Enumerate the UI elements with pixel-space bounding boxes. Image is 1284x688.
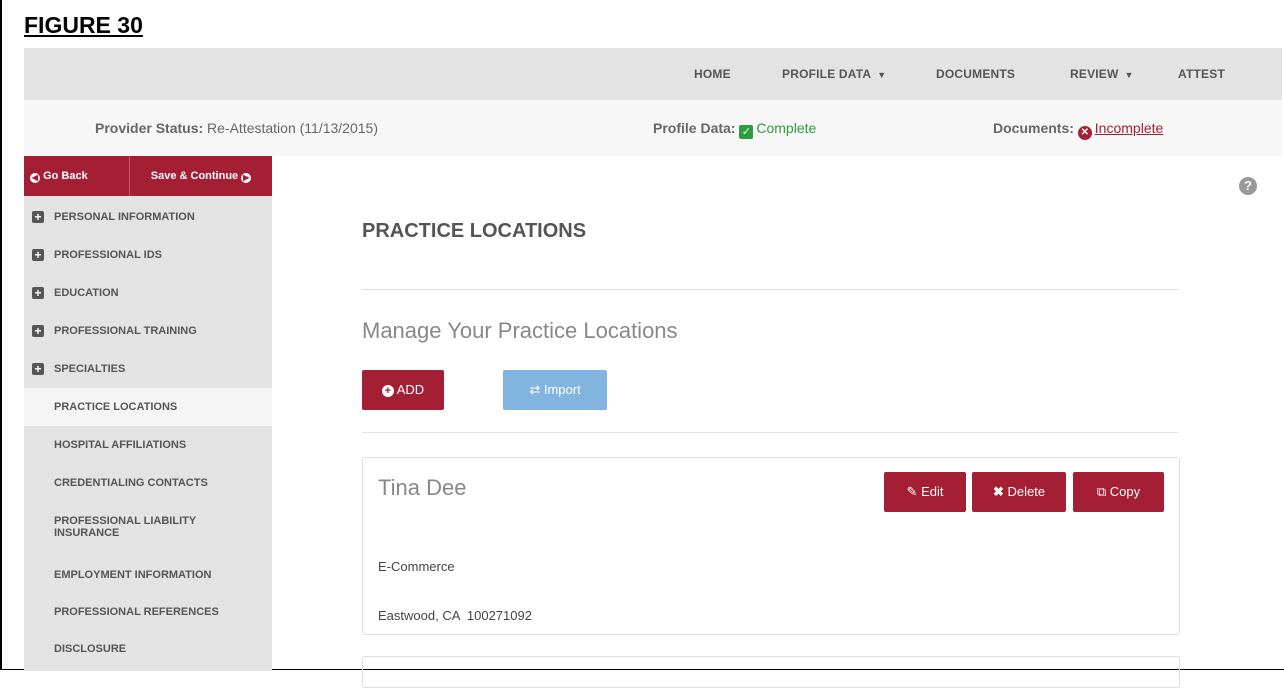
close-icon: ✖ (992, 484, 1004, 499)
provider-status-value: Re-Attestation (11/13/2015) (207, 120, 378, 136)
sidebar-item-label: SPECIALTIES (54, 363, 126, 375)
save-continue-button[interactable]: Save & Continue ▶ (130, 156, 272, 196)
sidebar-item-disclosure[interactable]: DISCLOSURE (24, 630, 272, 668)
sidebar-item-label: PROFESSIONAL LIABILITY INSURANCE (54, 515, 196, 539)
plus-circle-icon: + (381, 385, 394, 397)
sidebar-item-professional-liability-insurance[interactable]: PROFESSIONAL LIABILITY INSURANCE (24, 508, 234, 546)
sidebar-item-label: PRACTICE LOCATIONS (54, 401, 178, 413)
delete-button[interactable]: ✖ Delete (972, 472, 1066, 512)
documents-status-label: Documents: (993, 120, 1074, 136)
sidebar-item-label: PERSONAL INFORMATION (54, 211, 195, 223)
times-circle-icon: ✕ (1077, 126, 1092, 140)
nav-documents[interactable]: DOCUMENTS (936, 48, 1015, 100)
provider-status-label: Provider Status: (95, 120, 204, 136)
plus-square-icon: + (32, 363, 44, 375)
page-title: PRACTICE LOCATIONS (362, 220, 587, 242)
nav-profile-data-label: PROFILE DATA (782, 67, 872, 81)
sidebar-item-professional-training[interactable]: + PROFESSIONAL TRAINING (24, 312, 272, 350)
figure-title: FIGURE 30 (24, 12, 143, 38)
plus-square-icon: + (32, 249, 44, 261)
sidebar-item-hospital-affiliations[interactable]: HOSPITAL AFFILIATIONS (24, 426, 272, 464)
section-subtitle: Manage Your Practice Locations (362, 318, 678, 343)
location-address: Eastwood, CA 100271092 (378, 608, 532, 623)
sidebar-item-label: HOSPITAL AFFILIATIONS (54, 439, 187, 451)
nav-attest-label: ATTEST (1178, 67, 1225, 81)
plus-square-icon: + (32, 325, 44, 337)
top-nav: HOME PROFILE DATA ▼ DOCUMENTS REVIEW ▼ ATT… (24, 48, 1282, 100)
nav-review-label: REVIEW (1070, 67, 1119, 81)
profile-data-value: Complete (756, 120, 817, 136)
nav-attest[interactable]: ATTEST (1178, 48, 1225, 100)
copy-icon: ⧉ (1096, 484, 1107, 499)
location-card (362, 656, 1180, 688)
nav-documents-label: DOCUMENTS (936, 67, 1016, 81)
location-card: Tina Dee ✎ Edit ✖ Delete ⧉ Copy E-Commer… (362, 457, 1180, 635)
caret-down-icon: ▼ (1124, 70, 1134, 80)
sidebar-item-credentialing-contacts[interactable]: CREDENTIALING CONTACTS (24, 464, 272, 502)
sidebar-item-specialties[interactable]: + SPECIALTIES (24, 350, 272, 388)
location-name: Tina Dee (378, 475, 467, 500)
import-button-label: Import (543, 382, 581, 397)
provider-status: Provider Status: Re-Attestation (11/13/2… (95, 100, 378, 156)
edit-button-label: Edit (921, 484, 944, 499)
sidebar-item-label: EDUCATION (54, 287, 119, 299)
check-square-icon: ✓ (739, 125, 754, 139)
sidebar: ◀ Go Back Save & Continue ▶ + PERSONAL IN… (24, 156, 272, 671)
sidebar-item-label: PROFESSIONAL IDS (54, 249, 162, 261)
sidebar-item-label: DISCLOSURE (54, 643, 127, 655)
nav-review[interactable]: REVIEW ▼ (1070, 48, 1134, 100)
save-continue-label: Save & Continue (150, 170, 239, 182)
edit-icon: ✎ (906, 484, 918, 499)
divider (362, 289, 1179, 290)
sidebar-item-employment-information[interactable]: EMPLOYMENT INFORMATION (24, 556, 272, 594)
sidebar-item-label: CREDENTIALING CONTACTS (54, 477, 208, 489)
sidebar-item-personal-information[interactable]: + PERSONAL INFORMATION (24, 198, 272, 236)
import-button[interactable]: ⇄ Import (503, 370, 607, 410)
location-organization: E-Commerce (378, 559, 455, 574)
copy-button-label: Copy (1109, 484, 1141, 499)
copy-button[interactable]: ⧉ Copy (1073, 472, 1164, 512)
edit-button[interactable]: ✎ Edit (884, 472, 966, 512)
plus-square-icon: + (32, 211, 44, 223)
plus-square-icon: + (32, 287, 44, 299)
sidebar-item-label: PROFESSIONAL REFERENCES (54, 606, 219, 618)
add-button-label: ADD (396, 382, 425, 397)
arrow-right-circle-icon: ▶ (241, 173, 252, 183)
divider (362, 432, 1179, 433)
status-bar: Provider Status: Re-Attestation (11/13/2… (24, 100, 1282, 156)
profile-data-status: Profile Data: ✓ Complete (653, 100, 816, 156)
sidebar-actions: ◀ Go Back Save & Continue ▶ (24, 156, 272, 196)
nav-home[interactable]: HOME (694, 48, 731, 100)
documents-status-link[interactable]: Incomplete (1095, 120, 1163, 136)
nav-home-label: HOME (694, 67, 731, 81)
add-button[interactable]: + ADD (362, 370, 444, 410)
sidebar-item-label: PROFESSIONAL TRAINING (54, 325, 197, 337)
arrow-left-circle-icon: ◀ (30, 173, 40, 183)
go-back-label: Go Back (43, 170, 88, 182)
help-icon[interactable]: ? (1239, 177, 1257, 195)
sidebar-item-label: EMPLOYMENT INFORMATION (54, 569, 212, 581)
caret-down-icon: ▼ (877, 70, 887, 80)
sidebar-item-practice-locations[interactable]: PRACTICE LOCATIONS (24, 388, 272, 426)
sidebar-item-education[interactable]: + EDUCATION (24, 274, 272, 312)
documents-status: Documents: ✕ Incomplete (993, 100, 1163, 156)
nav-profile-data[interactable]: PROFILE DATA ▼ (782, 48, 886, 100)
exchange-icon: ⇄ (529, 382, 541, 397)
delete-button-label: Delete (1007, 484, 1046, 499)
sidebar-item-professional-ids[interactable]: + PROFESSIONAL IDS (24, 236, 272, 274)
profile-data-label: Profile Data: (653, 120, 736, 136)
sidebar-item-professional-references[interactable]: PROFESSIONAL REFERENCES (24, 593, 272, 631)
go-back-button[interactable]: ◀ Go Back (24, 156, 130, 196)
